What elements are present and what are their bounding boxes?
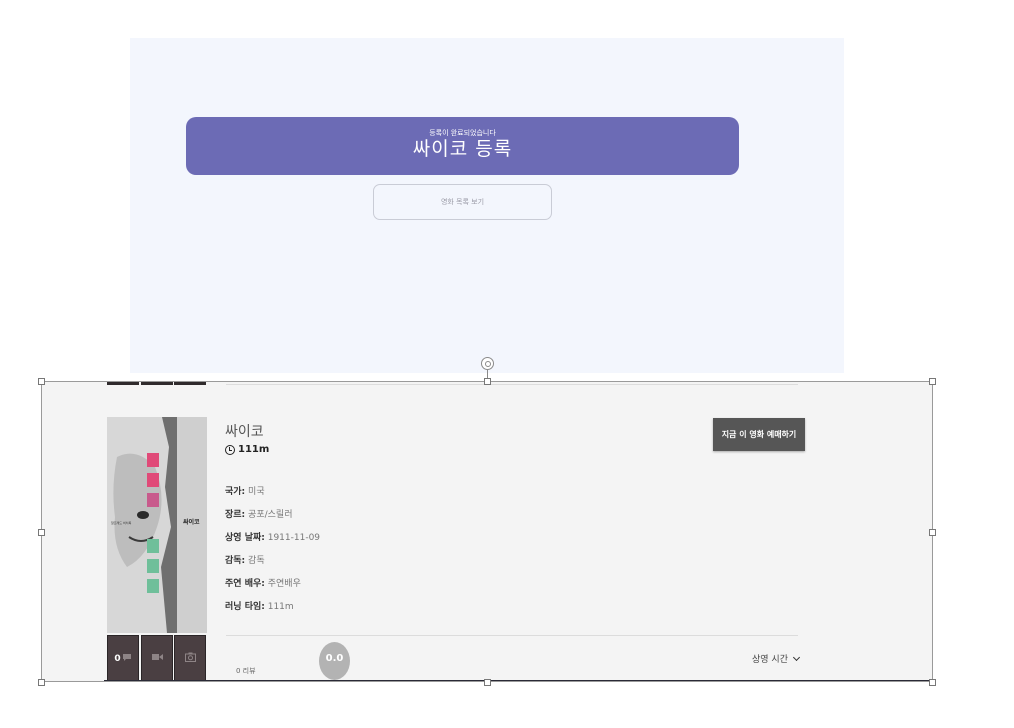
movie-list-button[interactable]: 영화 목록 보기 <box>373 184 552 220</box>
info-running-time: 러닝 타임: 111m <box>225 599 294 612</box>
thumb-stub <box>174 381 206 385</box>
comment-icon <box>122 653 132 665</box>
section-divider <box>226 635 798 636</box>
info-key: 러닝 타임: <box>225 602 265 612</box>
resize-handle-nw[interactable] <box>38 378 45 385</box>
resize-handle-n[interactable] <box>484 378 491 385</box>
thumb-stub <box>141 381 173 385</box>
info-country: 국가: 미국 <box>225 484 265 497</box>
resize-handle-w[interactable] <box>38 529 45 536</box>
movie-poster: 싸이코 알프레드 히치콕 <box>107 417 207 633</box>
registration-banner: 등록이 완료되었습니다 싸이코 등록 <box>186 117 739 175</box>
info-value: 1911-11-09 <box>267 533 321 543</box>
banner-subtitle: 등록이 완료되었습니다 <box>429 129 496 137</box>
review-thumb-count: 0 <box>114 653 121 664</box>
review-thumb[interactable]: 0 <box>107 635 139 682</box>
info-cast: 주연 배우: 주연배우 <box>225 576 301 589</box>
resize-handle-s[interactable] <box>484 679 491 686</box>
info-key: 상영 날짜: <box>225 533 265 543</box>
info-director: 감독: 감독 <box>225 553 265 566</box>
showtime-dropdown[interactable]: 상영 시간 <box>752 652 801 665</box>
camera-icon <box>184 652 196 665</box>
rotate-handle-icon[interactable] <box>481 357 494 370</box>
movie-detail-panel: 싸이코 알프레드 히치콕 0 싸이코 111m 국가: 미국 장르: 공포/스릴… <box>41 381 933 682</box>
showtime-label: 상영 시간 <box>752 655 788 665</box>
info-value: 미국 <box>248 487 265 497</box>
rating-badge: 0.0 <box>319 642 350 680</box>
resize-handle-ne[interactable] <box>929 378 936 385</box>
video-thumb[interactable] <box>141 635 173 682</box>
info-key: 국가: <box>225 487 246 497</box>
info-release-date: 상영 날짜: 1911-11-09 <box>225 530 320 543</box>
info-genre: 장르: 공포/스릴러 <box>225 507 292 520</box>
info-value: 공포/스릴러 <box>248 510 293 520</box>
confirmation-panel: 등록이 완료되었습니다 싸이코 등록 영화 목록 보기 <box>130 38 844 373</box>
movie-title: 싸이코 <box>225 424 264 440</box>
banner-title: 싸이코 등록 <box>412 138 513 160</box>
clock-icon <box>225 444 235 455</box>
review-count: 0 리뷰 <box>236 667 256 675</box>
panel-bottom-border <box>104 680 933 682</box>
top-divider <box>226 384 798 385</box>
info-key: 감독: <box>225 556 246 566</box>
info-value: 111m <box>267 602 294 612</box>
resize-handle-se[interactable] <box>929 679 936 686</box>
info-key: 주연 배우: <box>225 579 265 589</box>
runtime-value: 111m <box>238 444 270 455</box>
poster-side-tag: 알프레드 히치콕 <box>111 521 132 525</box>
info-key: 장르: <box>225 510 246 520</box>
info-value: 감독 <box>248 556 265 566</box>
photo-thumb[interactable] <box>174 635 206 682</box>
book-now-button[interactable]: 지금 이 영화 예매하기 <box>713 418 805 451</box>
resize-handle-sw[interactable] <box>38 679 45 686</box>
resize-handle-e[interactable] <box>929 529 936 536</box>
info-value: 주연배우 <box>267 579 301 589</box>
chevron-down-icon <box>792 653 801 661</box>
video-camera-icon <box>151 653 163 664</box>
runtime-row: 111m <box>225 444 269 455</box>
thumb-stub <box>107 381 139 385</box>
poster-side-title: 싸이코 <box>183 519 200 526</box>
